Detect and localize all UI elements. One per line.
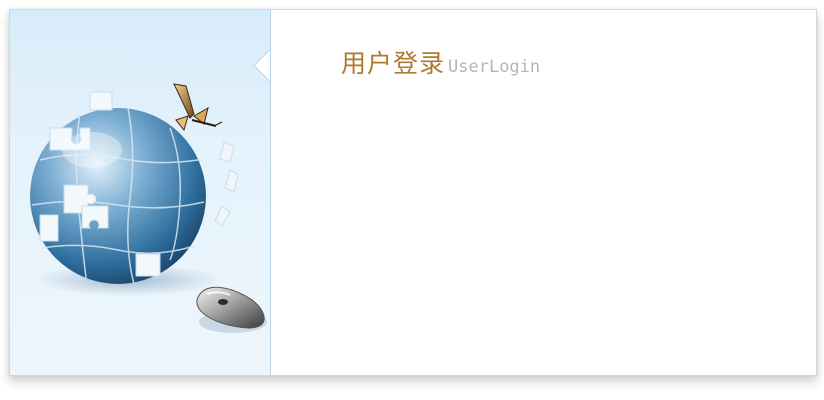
login-title: 用户登录 UserLogin: [341, 44, 540, 80]
butterfly-icon: [173, 83, 223, 132]
title-english: UserLogin: [448, 57, 541, 77]
login-panel: 用户登录 UserLogin: [271, 10, 816, 375]
globe-illustration: [30, 83, 267, 333]
login-card: 用户登录 UserLogin: [9, 9, 817, 376]
computer-mouse-icon: [196, 286, 267, 333]
login-page: 用户登录 UserLogin: [0, 0, 824, 400]
globe-puzzle-icon: [30, 91, 239, 285]
illustration-panel: [10, 10, 271, 375]
title-chinese: 用户登录: [341, 49, 446, 78]
